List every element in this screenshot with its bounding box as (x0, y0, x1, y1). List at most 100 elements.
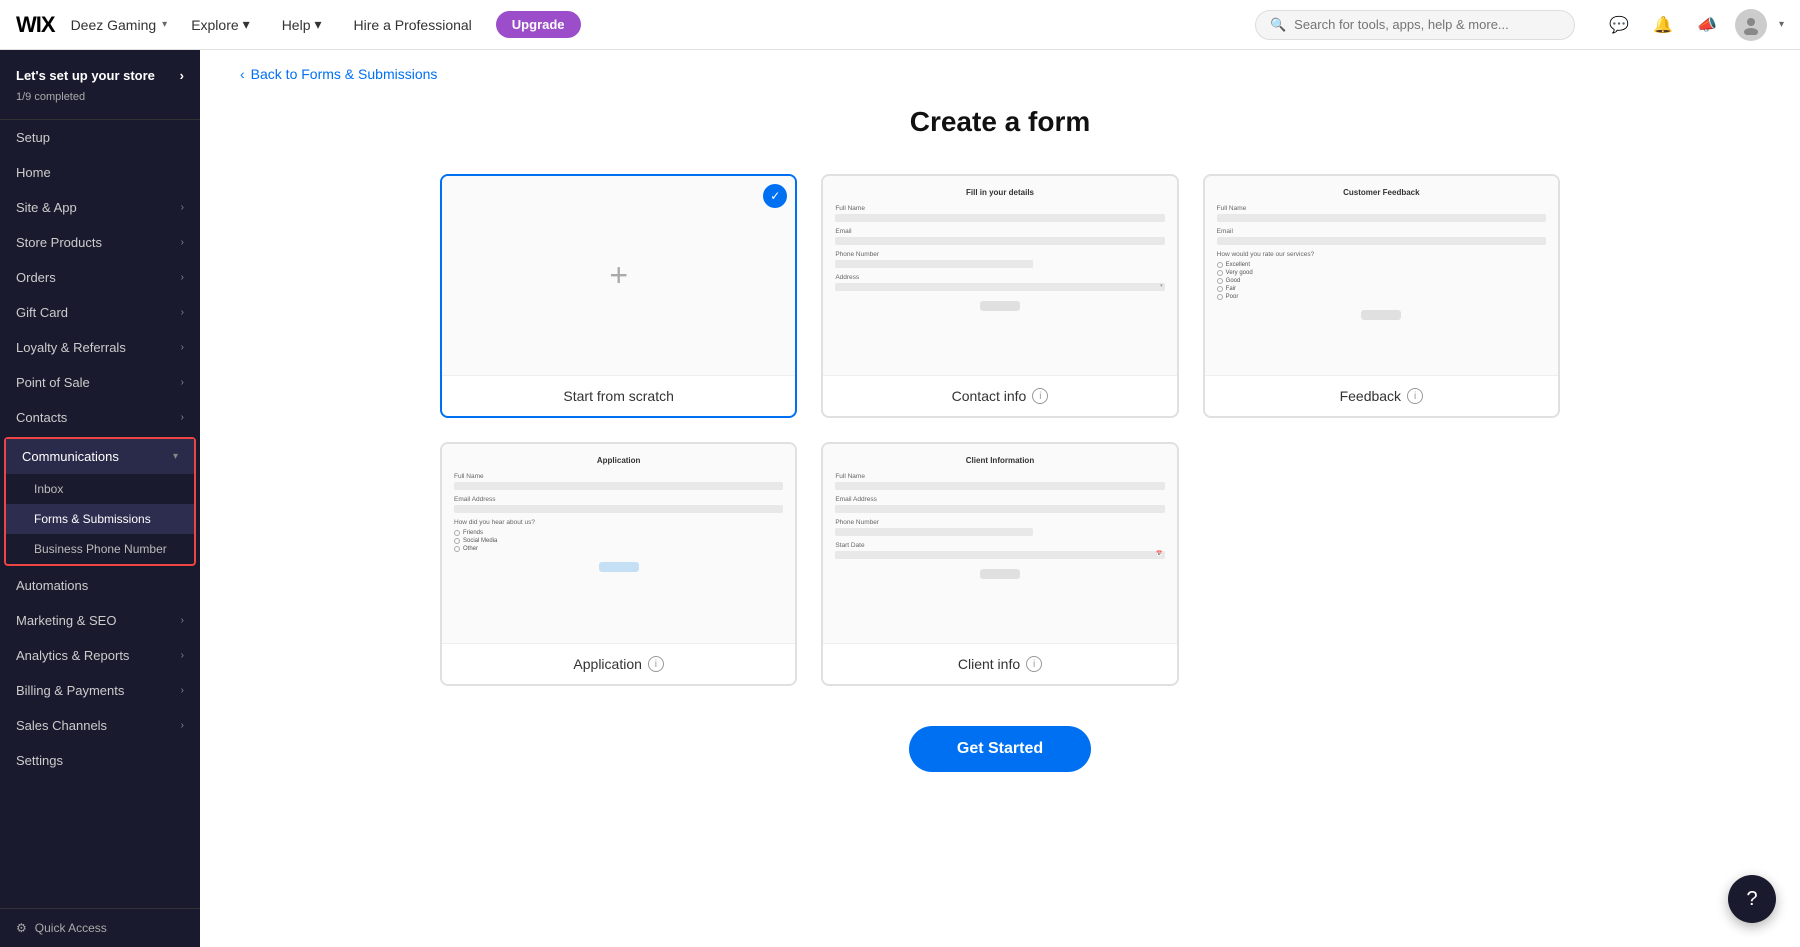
sidebar-item-sales-channels[interactable]: Sales Channels › (0, 708, 200, 743)
sidebar-item-loyalty-referrals[interactable]: Loyalty & Referrals › (0, 330, 200, 365)
sidebar-item-label: Analytics & Reports (16, 648, 129, 663)
upgrade-button[interactable]: Upgrade (496, 11, 581, 38)
chevron-icon: › (181, 272, 184, 283)
help-label: Help (282, 17, 311, 33)
sidebar-item-label: Contacts (16, 410, 67, 425)
quick-access-button[interactable]: ⚙ Quick Access (0, 908, 200, 947)
chevron-icon: › (181, 237, 184, 248)
form-card-application-label: Application i (442, 644, 795, 684)
chat-icon[interactable]: 💬 (1603, 9, 1635, 41)
chevron-icon: › (181, 342, 184, 353)
form-card-client-label: Client info i (823, 644, 1176, 684)
form-card-contact-info[interactable]: Fill in your details Full Name Email Pho… (821, 174, 1178, 418)
help-chevron-icon: ▾ (314, 16, 321, 33)
info-icon[interactable]: i (1407, 388, 1423, 404)
nav-icon-group: 💬 🔔 📣 ▾ (1603, 9, 1784, 41)
sidebar-item-billing-payments[interactable]: Billing & Payments › (0, 673, 200, 708)
form-label-text: Application (573, 656, 642, 672)
sidebar-item-label: Setup (16, 130, 50, 145)
chevron-icon: › (181, 377, 184, 388)
sidebar-item-setup[interactable]: Setup (0, 120, 200, 155)
setup-store-button[interactable]: Let's set up your store › (16, 64, 184, 87)
mini-form-title: Fill in your details (835, 188, 1164, 197)
form-card-scratch-preview: + ✓ (442, 176, 795, 376)
sidebar-item-home[interactable]: Home (0, 155, 200, 190)
sidebar-item-label: Communications (22, 449, 119, 464)
form-card-client-preview: Client Information Full Name Email Addre… (823, 444, 1176, 644)
sidebar-item-settings[interactable]: Settings (0, 743, 200, 778)
info-icon[interactable]: i (1032, 388, 1048, 404)
chevron-icon: › (181, 650, 184, 661)
chevron-icon: › (181, 720, 184, 731)
sidebar-subitem-label: Business Phone Number (34, 542, 167, 556)
sidebar-item-analytics-reports[interactable]: Analytics & Reports › (0, 638, 200, 673)
search-icon: 🔍 (1270, 17, 1286, 33)
sidebar-item-store-products[interactable]: Store Products › (0, 225, 200, 260)
sidebar-item-label: Sales Channels (16, 718, 107, 733)
sidebar-item-label: Loyalty & Referrals (16, 340, 126, 355)
chevron-icon: › (181, 685, 184, 696)
sidebar-item-contacts[interactable]: Contacts › (0, 400, 200, 435)
sidebar-item-automations[interactable]: Automations (0, 568, 200, 603)
wix-logo: WIX (16, 12, 55, 38)
explore-nav[interactable]: Explore ▾ (183, 12, 258, 37)
sidebar-item-label: Home (16, 165, 51, 180)
hire-professional-nav[interactable]: Hire a Professional (346, 13, 480, 37)
sidebar-item-point-of-sale[interactable]: Point of Sale › (0, 365, 200, 400)
selected-badge: ✓ (763, 184, 787, 208)
form-label-text: Client info (958, 656, 1020, 672)
form-template-grid: + ✓ Start from scratch Fill in your deta… (400, 174, 1600, 686)
form-card-client-info[interactable]: Client Information Full Name Email Addre… (821, 442, 1178, 686)
sidebar-item-label: Orders (16, 270, 56, 285)
chevron-icon: › (181, 202, 184, 213)
info-icon[interactable]: i (1026, 656, 1042, 672)
global-search[interactable]: 🔍 (1255, 10, 1575, 40)
megaphone-icon[interactable]: 📣 (1691, 9, 1723, 41)
get-started-container: Get Started (200, 726, 1800, 772)
avatar-chevron-icon: ▾ (1779, 19, 1784, 30)
chevron-icon: › (181, 307, 184, 318)
form-card-contact-preview: Fill in your details Full Name Email Pho… (823, 176, 1176, 376)
back-chevron-icon: ‹ (240, 66, 245, 82)
mini-form-title: Application (454, 456, 783, 465)
form-label-text: Feedback (1340, 388, 1401, 404)
sidebar-subitem-forms-submissions[interactable]: Forms & Submissions (6, 504, 194, 534)
setup-store-label: Let's set up your store (16, 68, 155, 83)
get-started-button[interactable]: Get Started (909, 726, 1091, 772)
main-layout: Let's set up your store › 1/9 completed … (0, 50, 1800, 947)
help-fab[interactable]: ? (1728, 875, 1776, 923)
help-nav[interactable]: Help ▾ (274, 12, 330, 37)
sidebar-item-label: Site & App (16, 200, 77, 215)
form-card-scratch-label: Start from scratch (442, 376, 795, 416)
brand-selector[interactable]: Deez Gaming ▾ (71, 17, 168, 33)
search-input[interactable] (1294, 17, 1560, 32)
hire-label: Hire a Professional (354, 17, 472, 33)
sidebar-item-label: Marketing & SEO (16, 613, 116, 628)
brand-chevron-icon: ▾ (162, 19, 167, 30)
sidebar: Let's set up your store › 1/9 completed … (0, 50, 200, 947)
brand-name: Deez Gaming (71, 17, 157, 33)
form-card-feedback[interactable]: Customer Feedback Full Name Email How wo… (1203, 174, 1560, 418)
sidebar-item-marketing-seo[interactable]: Marketing & SEO › (0, 603, 200, 638)
back-link[interactable]: ‹ Back to Forms & Submissions (200, 50, 1800, 82)
info-icon[interactable]: i (648, 656, 664, 672)
sidebar-item-orders[interactable]: Orders › (0, 260, 200, 295)
sidebar-header: Let's set up your store › 1/9 completed (0, 50, 200, 120)
avatar[interactable] (1735, 9, 1767, 41)
sidebar-subitem-inbox[interactable]: Inbox (6, 474, 194, 504)
main-content: ‹ Back to Forms & Submissions Create a f… (200, 50, 1800, 947)
sidebar-item-site-app[interactable]: Site & App › (0, 190, 200, 225)
form-card-application[interactable]: Application Full Name Email Address How … (440, 442, 797, 686)
gear-icon: ⚙ (16, 921, 27, 935)
bell-icon[interactable]: 🔔 (1647, 9, 1679, 41)
sidebar-item-gift-card[interactable]: Gift Card › (0, 295, 200, 330)
form-card-scratch[interactable]: + ✓ Start from scratch (440, 174, 797, 418)
sidebar-item-label: Settings (16, 753, 63, 768)
top-nav: WIX Deez Gaming ▾ Explore ▾ Help ▾ Hire … (0, 0, 1800, 50)
plus-icon: + (609, 257, 628, 294)
sidebar-subitem-business-phone[interactable]: Business Phone Number (6, 534, 194, 564)
sidebar-item-communications[interactable]: Communications ▾ (6, 439, 194, 474)
chevron-icon: › (181, 615, 184, 626)
help-icon: ? (1746, 888, 1757, 911)
chevron-icon: › (181, 412, 184, 423)
